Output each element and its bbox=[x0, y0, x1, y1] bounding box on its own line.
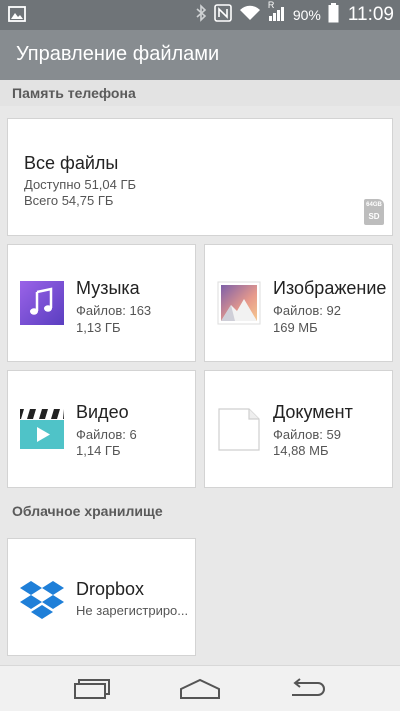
category-music[interactable]: Музыка Файлов: 163 1,13 ГБ bbox=[7, 244, 196, 362]
service-status: Не зарегистриро... bbox=[76, 603, 189, 618]
app-bar: Управление файлами bbox=[0, 30, 400, 80]
navigation-bar bbox=[0, 665, 400, 711]
service-title: Dropbox bbox=[76, 579, 145, 599]
all-files-card[interactable]: Все файлы Доступно 51,04 ГБ Всего 54,75 … bbox=[7, 118, 393, 236]
status-bar: R 90% 11:09 bbox=[0, 0, 400, 30]
file-count: Файлов: 59 bbox=[273, 427, 341, 442]
category-documents[interactable]: Документ Файлов: 59 14,88 МБ bbox=[204, 370, 393, 488]
home-icon[interactable] bbox=[176, 674, 224, 704]
image-icon bbox=[217, 281, 261, 325]
section-header-cloud-storage: Облачное хранилище bbox=[0, 498, 400, 524]
category-title: Документ bbox=[273, 402, 353, 422]
bluetooth-icon bbox=[195, 4, 207, 26]
music-icon bbox=[20, 281, 64, 325]
category-title: Видео bbox=[76, 402, 129, 422]
wifi-icon bbox=[239, 5, 261, 25]
dropbox-icon bbox=[20, 577, 64, 621]
file-size: 169 МБ bbox=[273, 320, 318, 335]
back-icon[interactable] bbox=[284, 674, 332, 704]
file-count: Файлов: 163 bbox=[76, 303, 152, 318]
recent-apps-icon[interactable] bbox=[68, 674, 116, 704]
signal-icon: R bbox=[268, 0, 286, 26]
battery-icon bbox=[328, 3, 339, 27]
category-video[interactable]: Видео Файлов: 6 1,14 ГБ bbox=[7, 370, 196, 488]
category-title: Музыка bbox=[76, 278, 140, 298]
page-title: Управление файлами bbox=[16, 43, 220, 65]
video-icon bbox=[20, 407, 64, 451]
nfc-icon bbox=[214, 4, 232, 26]
total-space: Всего 54,75 ГБ bbox=[24, 193, 114, 208]
roaming-marker: R bbox=[267, 0, 275, 10]
file-size: 1,13 ГБ bbox=[76, 320, 121, 335]
file-size: 14,88 МБ bbox=[273, 443, 329, 458]
file-count: Файлов: 6 bbox=[76, 427, 137, 442]
battery-percent: 90% bbox=[292, 7, 321, 23]
all-files-title: Все файлы bbox=[24, 153, 119, 173]
file-count: Файлов: 92 bbox=[273, 303, 341, 318]
clock: 11:09 bbox=[347, 4, 394, 25]
category-title: Изображение bbox=[273, 278, 387, 298]
image-notification-icon bbox=[8, 6, 26, 27]
available-space: Доступно 51,04 ГБ bbox=[24, 177, 137, 192]
category-images[interactable]: Изображение Файлов: 92 169 МБ bbox=[204, 244, 393, 362]
document-icon bbox=[217, 407, 261, 451]
section-header-phone-storage: Память телефона bbox=[0, 80, 400, 106]
sd-card-icon: 64GB SD bbox=[364, 199, 384, 225]
cloud-dropbox[interactable]: Dropbox Не зарегистриро... bbox=[7, 538, 196, 656]
file-size: 1,14 ГБ bbox=[76, 443, 121, 458]
